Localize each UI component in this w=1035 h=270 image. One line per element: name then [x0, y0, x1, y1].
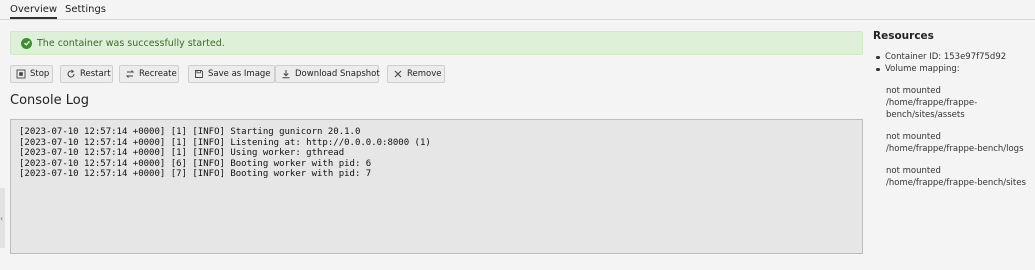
- restart-button[interactable]: Restart: [60, 65, 113, 83]
- restart-icon: [67, 69, 75, 78]
- resources-title: Resources: [873, 30, 934, 42]
- stop-button[interactable]: Stop: [10, 65, 53, 83]
- log-line: [2023-07-10 12:57:14 +0000] [1] [INFO] U…: [19, 148, 345, 158]
- download-snapshot-button[interactable]: Download Snapshot: [275, 65, 380, 83]
- chevron-left-icon: ‹: [0, 213, 4, 223]
- collapse-handle[interactable]: ‹: [0, 188, 5, 248]
- success-alert: The container was successfully started.: [10, 31, 863, 55]
- save-image-icon: [195, 70, 203, 78]
- container-id: Container ID: 153e97f75d92: [873, 51, 1035, 63]
- alert-message: The container was successfully started.: [37, 37, 225, 49]
- mapping-status: not mounted: [886, 166, 941, 176]
- recreate-label: Recreate: [139, 69, 177, 79]
- remove-label: Remove: [407, 69, 442, 79]
- restart-label[interactable]: Restart: [80, 69, 111, 79]
- stop-label: Stop: [30, 69, 50, 79]
- recreate-icon: [125, 70, 135, 78]
- console-log-heading: Console Log: [10, 93, 89, 108]
- volume-mappings: not mounted /home/frappe/frappe- bench/s…: [873, 85, 1035, 189]
- mapping-path: /home/frappe/frappe-: [886, 98, 978, 108]
- mapping-path: /home/frappe/frappe-bench/sites: [886, 178, 1026, 188]
- save-as-image-label: Save as Image: [208, 69, 271, 79]
- stop-icon: [16, 69, 26, 79]
- remove-button[interactable]: Remove: [387, 65, 445, 83]
- log-line: [2023-07-10 12:57:14 +0000] [1] [INFO] L…: [19, 137, 431, 148]
- log-line: [2023-07-10 12:57:14 +0000] [6] [INFO] B…: [19, 158, 372, 169]
- download-snapshot-label: Download Snapshot: [295, 69, 380, 79]
- console-log-output[interactable]: [2023-07-10 12:57:14 +0000] [1] [INFO] S…: [10, 119, 863, 254]
- check-circle-icon: [21, 37, 32, 49]
- resources-list: Container ID: 153e97f75d92 Volume mappin…: [873, 51, 1035, 75]
- mapping-path: bench/sites/assets: [886, 110, 965, 120]
- volume-mapping-label: Volume mapping:: [873, 63, 1035, 75]
- remove-icon: [394, 70, 402, 78]
- tab-bar: Overview Settings: [0, 0, 1035, 20]
- recreate-button[interactable]: Recreate: [119, 65, 179, 83]
- download-icon: [282, 70, 290, 79]
- tab-settings[interactable]: Settings: [65, 4, 106, 15]
- save-as-image-button[interactable]: Save as Image: [188, 65, 275, 83]
- mapping-status: not mounted: [886, 86, 941, 96]
- mapping-status: not mounted: [886, 132, 941, 142]
- log-line: [2023-07-10 12:57:14 +0000] [1] [INFO] S…: [19, 127, 361, 137]
- mapping-path: /home/frappe/frappe-bench/logs: [886, 144, 1024, 154]
- tab-overview[interactable]: Overview: [10, 4, 58, 19]
- resources-panel: Resources Container ID: 153e97f75d92 Vol…: [873, 30, 1035, 189]
- log-line: [2023-07-10 12:57:14 +0000] [7] [INFO] B…: [19, 169, 372, 179]
